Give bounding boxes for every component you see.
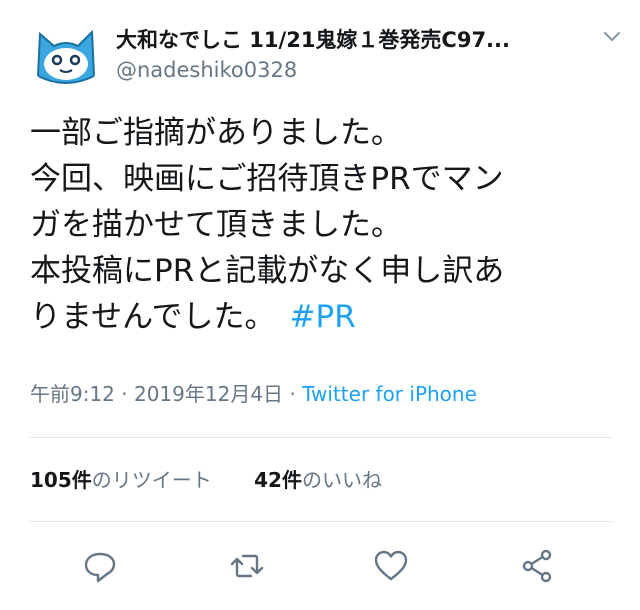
- avatar[interactable]: [30, 18, 102, 90]
- retweets-count: 105件: [30, 468, 92, 492]
- tweet-line: 本投稿にPRと記載がなく申し訳あ: [30, 253, 505, 289]
- source-link[interactable]: Twitter for iPhone: [302, 382, 477, 406]
- tweet-meta: 午前9:12 · 2019年12月4日 · Twitter for iPhone: [30, 378, 477, 407]
- retweet-icon[interactable]: [227, 546, 267, 586]
- tweet-header: 大和なでしこ 11/21鬼嫁１巻発売C97... @nadeshiko0328: [30, 18, 630, 90]
- retweets-label: のリツイート: [91, 468, 212, 492]
- tweet-line: 今回、映画にご招待頂きPRでマン: [30, 161, 504, 197]
- tweet-line: りませんでした。: [30, 299, 276, 335]
- likes-count: 42件: [254, 468, 302, 492]
- retweets-stat[interactable]: 105件のリツイート: [30, 468, 212, 492]
- user-handle[interactable]: @nadeshiko0328: [116, 58, 297, 82]
- cat-avatar-icon: [36, 29, 96, 84]
- share-icon[interactable]: [517, 546, 557, 586]
- tweet-line: 一部ご指摘がありました。: [30, 115, 402, 151]
- divider: [30, 437, 612, 438]
- chevron-down-icon[interactable]: [600, 24, 624, 48]
- timestamp[interactable]: 午前9:12 · 2019年12月4日 ·: [30, 382, 302, 406]
- likes-stat[interactable]: 42件のいいね: [254, 468, 382, 492]
- hashtag-link[interactable]: #PR: [290, 299, 356, 335]
- display-name[interactable]: 大和なでしこ 11/21鬼嫁１巻発売C97...: [116, 24, 510, 54]
- reply-icon[interactable]: [80, 546, 120, 586]
- tweet-text: 一部ご指摘がありました。 今回、映画にご招待頂きPRでマン ガを描かせて頂きまし…: [30, 110, 630, 340]
- divider: [30, 521, 612, 522]
- action-bar: [0, 546, 640, 590]
- likes-label: のいいね: [301, 468, 382, 492]
- tweet-line: ガを描かせて頂きました。: [30, 207, 402, 243]
- like-icon[interactable]: [371, 546, 411, 586]
- tweet-stats: 105件のリツイート 42件のいいね: [30, 464, 382, 493]
- tweet-line-last: りませんでした。 #PR: [30, 294, 630, 340]
